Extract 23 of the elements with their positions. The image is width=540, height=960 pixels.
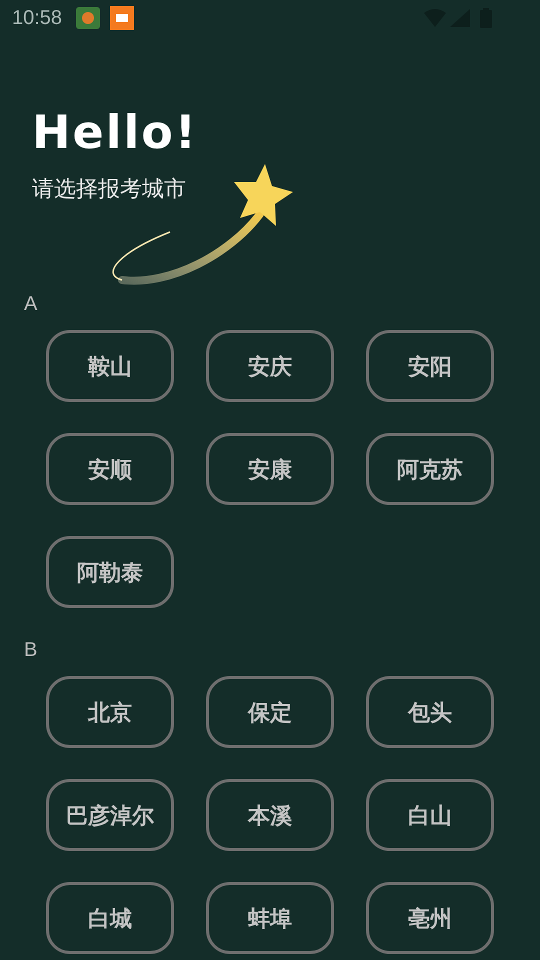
city-button[interactable]: 巴彦淖尔: [46, 779, 174, 851]
city-button[interactable]: 包头: [366, 676, 494, 748]
city-button[interactable]: 白城: [46, 882, 174, 954]
city-button[interactable]: 安顺: [46, 433, 174, 505]
app-notification-icon: [110, 6, 134, 30]
city-button[interactable]: 安阳: [366, 330, 494, 402]
city-button[interactable]: 安庆: [206, 330, 334, 402]
hello-title: Hello!: [32, 104, 198, 161]
city-button[interactable]: 白山: [366, 779, 494, 851]
city-button[interactable]: 阿勒泰: [46, 536, 174, 608]
city-button[interactable]: 阿克苏: [366, 433, 494, 505]
city-button[interactable]: 蚌埠: [206, 882, 334, 954]
city-button[interactable]: 安康: [206, 433, 334, 505]
status-time: 10:58: [12, 6, 62, 31]
section-letter: B: [23, 638, 38, 662]
city-button[interactable]: 保定: [206, 676, 334, 748]
city-button[interactable]: 鞍山: [46, 330, 174, 402]
section-letter: A: [23, 292, 38, 316]
subtitle: 请选择报考城市: [32, 175, 186, 203]
city-button[interactable]: 亳州: [366, 882, 494, 954]
city-button[interactable]: 本溪: [206, 779, 334, 851]
city-button[interactable]: 北京: [46, 676, 174, 748]
app-notification-icon: [76, 7, 100, 29]
